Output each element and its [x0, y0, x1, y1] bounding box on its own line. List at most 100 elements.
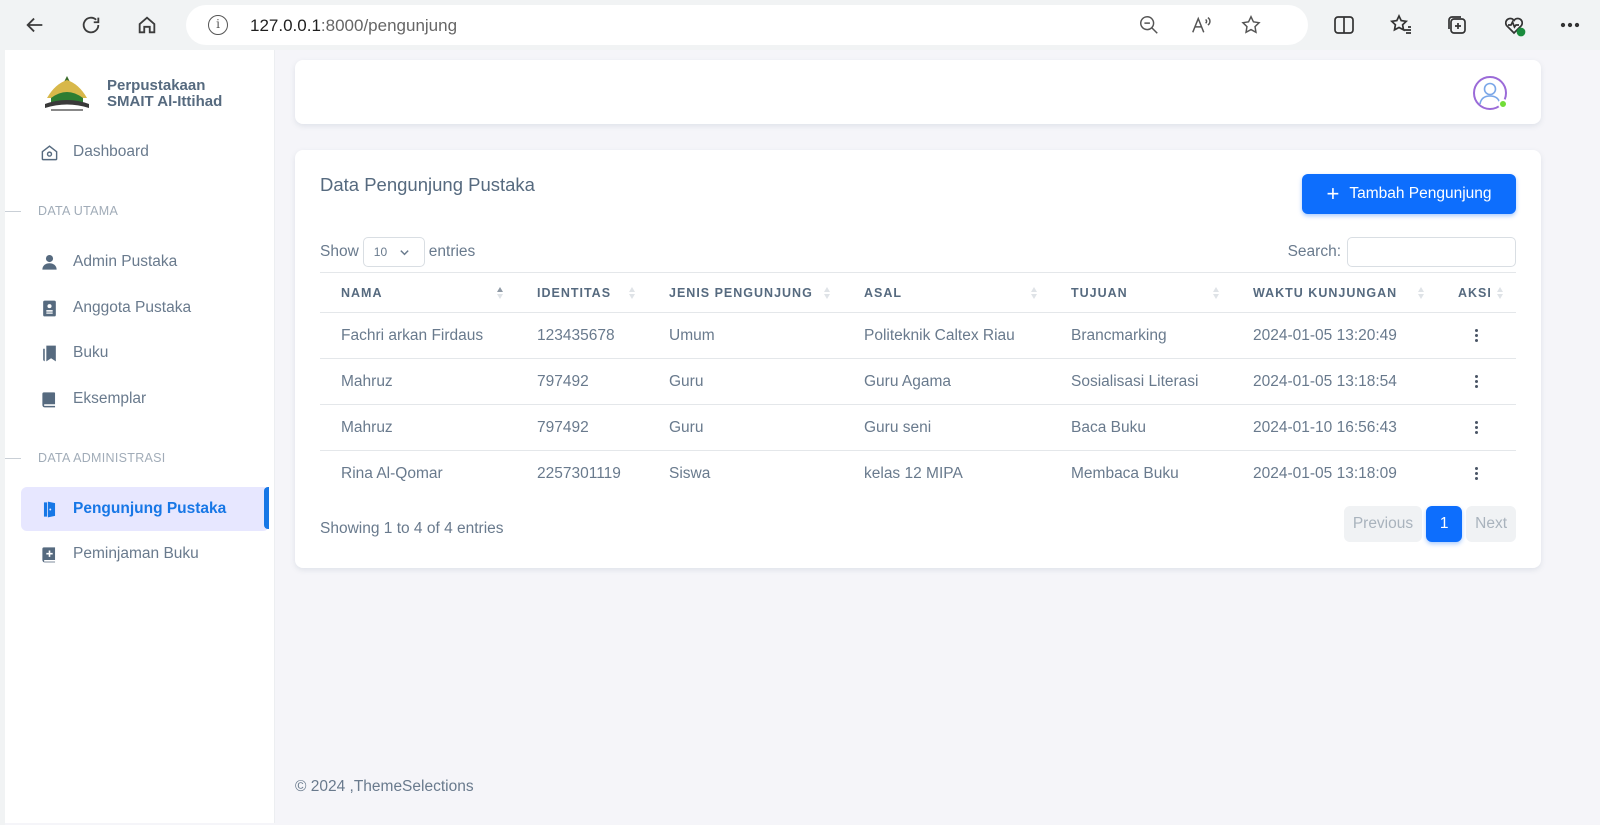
- column-header-jenis-pengunjung[interactable]: JENIS PENGUNJUNG: [648, 272, 843, 313]
- table-info: Showing 1 to 4 of 4 entries: [320, 520, 504, 537]
- sidebar-item-admin-pustaka[interactable]: Admin Pustaka: [21, 240, 269, 284]
- split-screen-icon[interactable]: [1332, 13, 1356, 37]
- door-open-icon: [39, 499, 59, 519]
- column-header-label: JENIS PENGUNJUNG: [669, 285, 813, 300]
- zoom-out-icon[interactable]: [1138, 14, 1160, 36]
- cell-identitas: 2257301119: [537, 464, 621, 482]
- brand[interactable]: Perpustakaan SMAIT Al-Ittihad: [41, 74, 222, 114]
- collections-icon[interactable]: [1445, 13, 1469, 37]
- back-button[interactable]: [18, 8, 52, 42]
- sort-icon: [824, 287, 830, 299]
- pagination-next[interactable]: Next: [1466, 506, 1516, 542]
- table-row: Fachri arkan Firdaus 123435678 Umum Poli…: [320, 312, 1516, 359]
- cell-asal: Guru Agama: [843, 358, 1050, 405]
- sidebar-item-label: Eksemplar: [73, 390, 147, 407]
- row-actions-menu-icon[interactable]: [1466, 464, 1486, 484]
- cell-jenis: Umum: [648, 312, 843, 359]
- pagination-previous[interactable]: Previous: [1343, 506, 1423, 542]
- sidebar-item-anggota-pustaka[interactable]: Anggota Pustaka: [21, 286, 269, 330]
- sidebar-item-label: Dashboard: [73, 143, 149, 160]
- column-header-identitas[interactable]: IDENTITAS: [516, 272, 648, 313]
- address-bar[interactable]: i 127.0.0.1:8000/pengunjung: [186, 5, 1308, 45]
- pagination-page-1[interactable]: 1: [1426, 506, 1463, 542]
- sort-icon: [1497, 287, 1503, 299]
- sidebar-item-dashboard[interactable]: Dashboard: [21, 130, 269, 174]
- visitor-data-card: Data Pengunjung Pustaka + Tambah Pengunj…: [295, 150, 1541, 568]
- column-header-nama[interactable]: NAMA: [320, 272, 516, 313]
- cell-waktu: 2024-01-05 13:18:54: [1232, 358, 1437, 405]
- table-row: Rina Al-Qomar 2257301119 Siswa kelas 12 …: [320, 451, 1516, 497]
- table-row: Mahruz 797492 Guru Guru seni Baca Buku 2…: [320, 404, 1516, 451]
- sort-icon: [1418, 287, 1424, 299]
- column-header-label: TUJUAN: [1071, 285, 1128, 300]
- column-header-aksi[interactable]: AKSI: [1437, 272, 1516, 313]
- url-path: :8000/pengunjung: [320, 16, 458, 35]
- table-header-row: NAMA IDENTITAS JENIS PENGUNJUNG ASAL TUJ…: [320, 272, 1516, 313]
- home-button[interactable]: [130, 8, 164, 42]
- menu-header-label: DATA ADMINISTRASI: [38, 451, 166, 465]
- table-search: Search:: [1288, 237, 1516, 267]
- sort-icon: [1213, 287, 1219, 299]
- column-header-label: NAMA: [341, 285, 383, 300]
- column-header-asal[interactable]: ASAL: [843, 272, 1050, 313]
- search-label: Search:: [1287, 243, 1341, 260]
- table-row: Mahruz 797492 Guru Guru Agama Sosialisas…: [320, 358, 1516, 405]
- row-actions-menu-icon[interactable]: [1466, 372, 1486, 392]
- entries-label: entries: [428, 243, 476, 260]
- cell-aksi: [1437, 312, 1516, 359]
- entries-select-value: 10: [373, 245, 388, 259]
- cell-asal: Politeknik Caltex Riau: [843, 312, 1050, 359]
- menu-header-divider: [5, 210, 21, 212]
- reload-button[interactable]: [74, 8, 108, 42]
- menu-header-divider: [5, 457, 21, 459]
- more-options-icon[interactable]: [1558, 13, 1582, 37]
- url-host: 127.0.0.1: [250, 16, 321, 35]
- favorites-icon[interactable]: [1389, 13, 1413, 37]
- cell-nama: Mahruz: [320, 404, 516, 451]
- reload-icon: [82, 16, 100, 34]
- brand-line-2: SMAIT Al-Ittihad: [107, 93, 223, 110]
- search-input[interactable]: [1347, 237, 1516, 267]
- cell-identitas: 797492: [516, 404, 648, 451]
- add-visitor-button[interactable]: + Tambah Pengunjung: [1302, 174, 1516, 214]
- browser-essentials-icon[interactable]: [1502, 13, 1526, 37]
- sidebar-item-label: Admin Pustaka: [73, 253, 178, 270]
- read-aloud-icon[interactable]: [1190, 14, 1212, 36]
- cell-asal: Guru seni: [843, 404, 1050, 451]
- active-menu-indicator: [264, 487, 269, 529]
- pagination: Previous 1 Next: [1343, 506, 1516, 542]
- sidebar-item-buku[interactable]: Buku: [21, 331, 269, 375]
- entries-select[interactable]: 10: [362, 237, 425, 267]
- sidebar-item-pengunjung-pustaka[interactable]: Pengunjung Pustaka: [21, 487, 269, 531]
- cell-waktu: 2024-01-05 13:20:49: [1232, 312, 1437, 359]
- cell-tujuan: Brancmarking: [1050, 312, 1232, 359]
- column-header-label: ASAL: [864, 285, 903, 300]
- cell-aksi: [1437, 404, 1516, 451]
- menu-header-label: DATA UTAMA: [38, 204, 119, 218]
- menu-header-data-utama: DATA UTAMA: [5, 201, 275, 221]
- cell-identitas: 123435678: [516, 312, 648, 359]
- cell-asal: kelas 12 MIPA: [864, 464, 963, 482]
- user-avatar[interactable]: [1473, 76, 1508, 110]
- sidebar-item-peminjaman-buku[interactable]: Peminjaman Buku: [21, 532, 269, 576]
- row-actions-menu-icon[interactable]: [1466, 326, 1486, 346]
- sort-icon: [629, 287, 635, 299]
- card-title: Data Pengunjung Pustaka: [320, 174, 535, 195]
- url-text[interactable]: 127.0.0.1:8000/pengunjung: [250, 16, 457, 36]
- favorite-star-icon[interactable]: [1240, 14, 1262, 36]
- column-header-waktu-kunjungan[interactable]: WAKTU KUNJUNGAN: [1232, 272, 1437, 313]
- sidebar-item-label: Peminjaman Buku: [73, 545, 199, 562]
- cell-jenis: Guru: [648, 404, 843, 451]
- site-info-icon[interactable]: i: [208, 15, 228, 35]
- sidebar-item-label: Buku: [73, 344, 109, 361]
- column-header-label: AKSI: [1458, 285, 1492, 300]
- home-smile-icon: [39, 142, 59, 162]
- cell-waktu: 2024-01-10 16:56:43: [1232, 404, 1437, 451]
- column-header-label: WAKTU KUNJUNGAN: [1253, 285, 1398, 300]
- row-actions-menu-icon[interactable]: [1466, 418, 1486, 438]
- sidebar-item-eksemplar[interactable]: Eksemplar: [21, 377, 269, 421]
- cell-nama: Fachri arkan Firdaus: [320, 312, 516, 359]
- sort-icon: [497, 287, 503, 299]
- column-header-tujuan[interactable]: TUJUAN: [1050, 272, 1232, 313]
- user-icon: [39, 252, 59, 272]
